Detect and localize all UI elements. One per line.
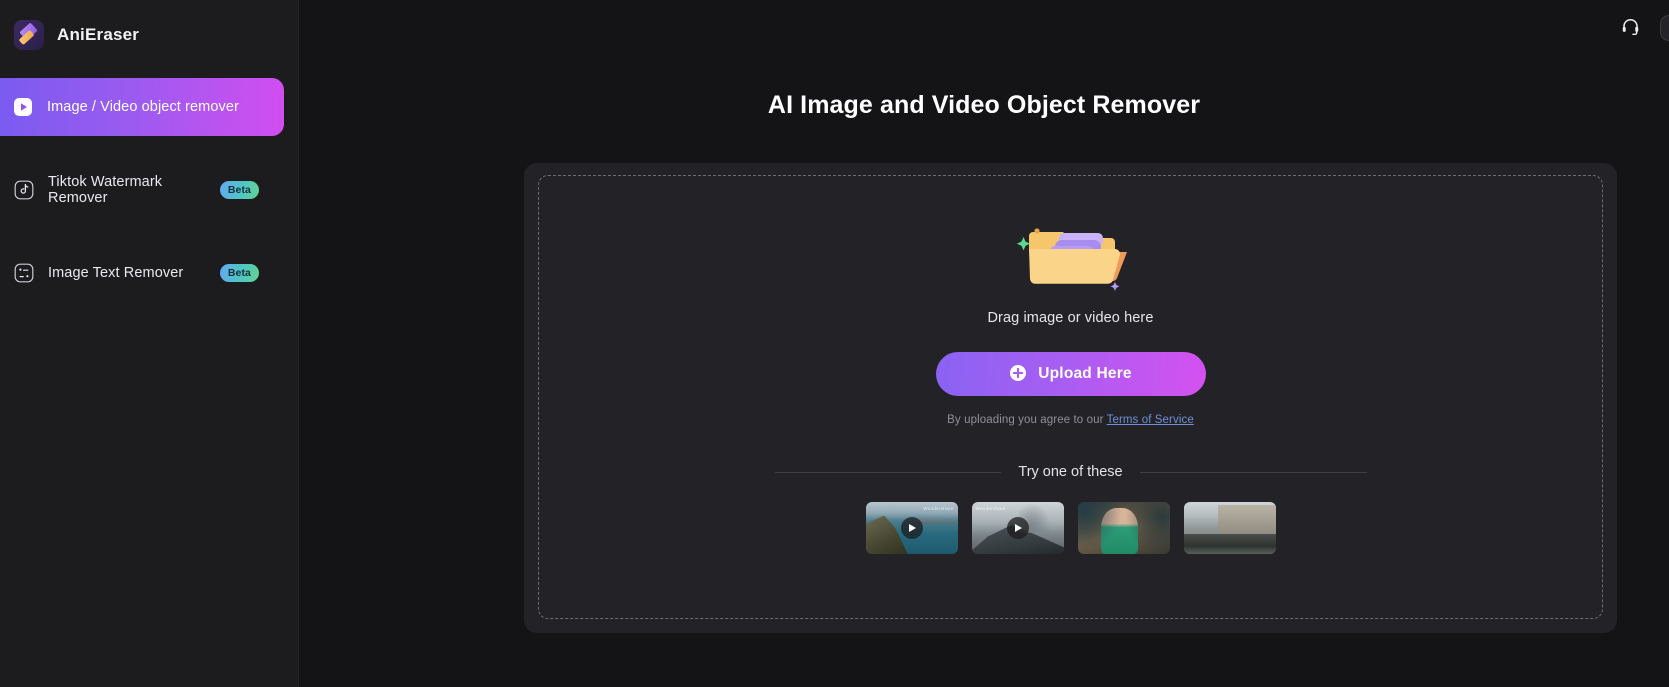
sidebar-item-label: Tiktok Watermark Remover <box>48 174 163 206</box>
thumbnail-image <box>1183 502 1276 554</box>
main-content: AI Image and Video Object Remover Drag i… <box>299 0 1669 687</box>
sample-thumbnail-woman-on-rocks[interactable] <box>1077 502 1170 554</box>
status-badge: Beta <box>219 264 259 282</box>
sidebar-item-label: Image Text Remover <box>48 265 184 281</box>
watermark-label: Wondershare <box>975 506 1006 511</box>
headset-icon[interactable] <box>1615 12 1645 42</box>
sample-thumbnails: Wondershare Wondershare <box>865 502 1276 554</box>
sidebar-nav: Image / Video object remover Tiktok Wate… <box>0 78 298 302</box>
terms-notice: By uploading you agree to our Terms of S… <box>947 414 1194 426</box>
plus-circle-icon <box>1009 364 1027 385</box>
divider-line-right <box>1139 471 1367 473</box>
play-icon <box>1006 517 1029 539</box>
text-remove-icon <box>13 262 35 284</box>
watermark-label: Wondershare <box>923 506 954 511</box>
page-title: AI Image and Video Object Remover <box>767 91 1201 119</box>
edge-panel-handle[interactable] <box>1660 15 1669 41</box>
eraser-icon <box>14 20 44 50</box>
sidebar-item-image-video-object-remover[interactable]: Image / Video object remover <box>0 78 284 136</box>
play-icon <box>900 517 923 539</box>
samples-divider: Try one of these <box>774 464 1367 480</box>
thumbnail-image <box>1077 502 1170 554</box>
dropzone[interactable]: Drag image or video here Upload Here By … <box>538 175 1603 619</box>
sample-thumbnail-coastal-cliff[interactable]: Wondershare <box>865 502 958 554</box>
sample-thumbnail-city-street[interactable] <box>1183 502 1276 554</box>
terms-of-service-link[interactable]: Terms of Service <box>1107 414 1194 426</box>
terms-prefix: By uploading you agree to our <box>947 414 1107 426</box>
sidebar-item-image-text-remover[interactable]: Image Text Remover Beta <box>1 244 283 302</box>
sample-thumbnail-volcano[interactable]: Wondershare <box>971 502 1064 554</box>
upload-button[interactable]: Upload Here <box>935 352 1206 396</box>
folder-sparkle-icon <box>1011 216 1131 294</box>
sidebar: AniEraser Image / Video object remover T… <box>0 0 299 687</box>
dropzone-card: Drag image or video here Upload Here By … <box>524 163 1617 633</box>
status-badge: Beta <box>219 181 259 199</box>
brand-name: AniEraser <box>57 25 140 44</box>
divider-line-left <box>774 471 1002 473</box>
app-root: AniEraser Image / Video object remover T… <box>0 0 1669 687</box>
topbar <box>299 0 1669 53</box>
brand: AniEraser <box>0 0 298 56</box>
sidebar-item-tiktok-watermark-remover[interactable]: Tiktok Watermark Remover Beta <box>1 161 283 219</box>
tiktok-note-icon <box>13 179 35 201</box>
drag-hint-text: Drag image or video here <box>987 310 1154 326</box>
play-square-icon <box>12 96 34 118</box>
sidebar-item-label: Image / Video object remover <box>47 99 239 115</box>
samples-label: Try one of these <box>1018 464 1123 480</box>
upload-button-label: Upload Here <box>1038 365 1132 382</box>
